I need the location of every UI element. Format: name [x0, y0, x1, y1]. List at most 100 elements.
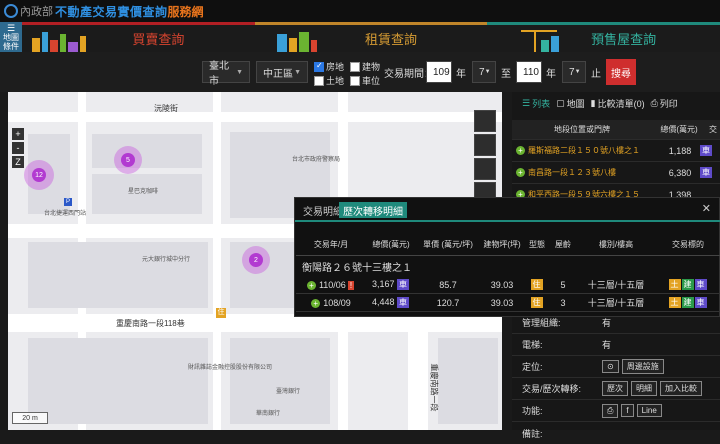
poi-label: 台北捷運西門站: [44, 211, 87, 217]
tab-print[interactable]: 列印: [660, 97, 678, 110]
year-to-input[interactable]: 110: [516, 61, 542, 83]
tab-list[interactable]: 列表: [532, 97, 550, 110]
type-label: 建物: [362, 62, 381, 72]
zoom-in-button[interactable]: +: [12, 128, 24, 140]
detail-row: 備註:: [512, 422, 720, 444]
apartment-icon: [276, 32, 317, 52]
popup-table-row[interactable]: +108/09 4,448 車 120.7 39.03 住 3 十三層/十五層 …: [296, 294, 720, 312]
tab-compare[interactable]: 比較清單(0): [598, 97, 645, 110]
add-compare-button[interactable]: 加入比較: [660, 381, 702, 396]
detail-label: 電梯:: [522, 340, 543, 350]
row-age: 3: [560, 297, 566, 308]
detail-value: 有: [602, 340, 612, 350]
poi-label: 財訊雜誌金融控股股份有限公司: [188, 365, 273, 371]
building-type-icon: 住: [530, 279, 543, 290]
cluster-count: 12: [32, 168, 46, 182]
column-header: 總價(萬元): [372, 240, 410, 249]
chevron-down-icon: ▼: [236, 68, 243, 76]
table-header: 地段位置或門牌 總價(萬元) 交: [512, 120, 720, 140]
row-date: +108/09: [296, 298, 366, 308]
map-filter-toggle[interactable]: ☰ 地圖條件: [0, 22, 22, 52]
locate-button[interactable]: [474, 158, 496, 180]
housing-marker-icon[interactable]: 住: [216, 308, 226, 318]
detail-button[interactable]: 明細: [631, 381, 657, 396]
rotate-icon[interactable]: Z: [12, 156, 24, 168]
brand-prefix: 內政部: [20, 6, 53, 18]
tab-map[interactable]: 地圖: [567, 97, 585, 110]
detail-row: 功能: ⎙ f Line: [512, 400, 720, 422]
map-filter-label: 地圖條件: [3, 33, 19, 51]
column-header: 型態: [529, 240, 545, 249]
end-word: 止: [591, 69, 601, 80]
close-icon[interactable]: ✕: [702, 202, 711, 215]
column-header: 交易年/月: [313, 240, 349, 249]
type-building-checkbox[interactable]: 建物: [350, 60, 380, 73]
property-cluster[interactable]: 5: [114, 146, 142, 174]
zoom-out-button[interactable]: -: [12, 142, 24, 154]
detail-row: 定位: ⊙ 周邊設施: [512, 356, 720, 378]
facebook-share-button[interactable]: f: [621, 404, 634, 417]
expand-plus-icon[interactable]: +: [311, 298, 321, 308]
filter-icon: ☰: [6, 23, 16, 33]
brand-title: 不動產交易實價查詢: [55, 4, 168, 19]
crane-icon: [521, 30, 560, 52]
table-row[interactable]: + 南昌路一段１２３號八樓 6,380 車: [512, 162, 720, 184]
tab-buy[interactable]: 買賣查詢: [22, 22, 255, 52]
type-house-land-checkbox[interactable]: 房地: [314, 60, 344, 73]
cluster-count: 5: [121, 153, 135, 167]
chevron-down-icon: ▼: [484, 69, 491, 75]
row-unit: 120.7: [436, 297, 460, 308]
line-share-button[interactable]: Line: [636, 404, 662, 417]
popup-table-row[interactable]: +110/06! 3,167 車 85.7 39.03 住 5 十三層/十五層 …: [296, 276, 720, 294]
history-button[interactable]: 歷次: [602, 381, 628, 396]
tab-history-detail[interactable]: 歷次轉移明細: [339, 202, 407, 218]
year-from-input[interactable]: 109: [426, 61, 452, 83]
chevron-down-icon: ▼: [294, 68, 301, 76]
nearby-facilities-button[interactable]: 周邊設施: [621, 359, 664, 374]
print-icon[interactable]: ⎙: [602, 403, 619, 418]
month-to-select[interactable]: 7 ▼: [562, 61, 586, 83]
bookmark-icon: ▮: [590, 97, 596, 108]
row-date-value: 108/09: [323, 297, 351, 308]
transaction-target-icons: 土建車: [668, 297, 707, 308]
checkbox-unchecked-icon: [314, 75, 324, 86]
chevron-down-icon: ▼: [574, 69, 581, 75]
unit-year-label: 年: [546, 69, 556, 80]
property-cluster[interactable]: 12: [24, 160, 54, 190]
scale-bar: 20 m: [12, 412, 48, 424]
column-header: 交: [709, 125, 717, 134]
search-button[interactable]: 搜尋: [606, 59, 636, 85]
unit-year-label: 年: [456, 69, 466, 80]
checkbox-unchecked-icon: [350, 75, 360, 86]
layer-toggle-button[interactable]: [474, 134, 496, 156]
filter-bar: 臺北市 ▼ 中正區 ▼ 房地 建物 土地 車位 交易期間： 109 年 7 ▼ …: [0, 52, 720, 92]
poi-label: 星巴克咖啡: [128, 189, 159, 195]
type-land-checkbox[interactable]: 土地: [314, 74, 344, 87]
scale-label: 20 m: [22, 415, 38, 422]
column-header: 單價 (萬元/坪): [423, 240, 473, 249]
city-select[interactable]: 臺北市 ▼: [202, 61, 250, 87]
type-parking-checkbox[interactable]: 車位: [350, 74, 380, 87]
expand-plus-icon[interactable]: +: [516, 146, 525, 155]
print-icon: ⎙: [650, 97, 658, 108]
district-select[interactable]: 中正區 ▼: [256, 61, 308, 83]
property-cluster[interactable]: 2: [242, 246, 270, 274]
tab-presale[interactable]: 預售屋查詢: [487, 22, 720, 52]
tab-rent[interactable]: 租賃查詢: [254, 22, 488, 52]
expand-plus-icon[interactable]: +: [516, 168, 525, 177]
row-unit: 85.7: [439, 279, 457, 290]
month-from-select[interactable]: 7 ▼: [472, 61, 496, 83]
map-icon: ▢: [556, 97, 565, 108]
main-tabs: ☰ 地圖條件 買賣查詢 租賃查詢 預售屋查詢: [0, 22, 720, 52]
street-view-button[interactable]: [474, 110, 496, 132]
city-skyline-icon: [32, 32, 86, 52]
table-row[interactable]: + 羅斯福路二段１５０號八樓之１ 1,188 車: [512, 140, 720, 162]
popup-divider: [295, 220, 720, 222]
detail-label: 定位:: [522, 362, 543, 372]
column-header: 屋齡: [555, 240, 571, 249]
government-logo-icon: [4, 4, 18, 18]
expand-plus-icon[interactable]: +: [306, 280, 316, 290]
detail-row: 電梯: 有: [512, 334, 720, 356]
transaction-target-icons: 土建車: [668, 279, 707, 290]
year-from-value: 109: [433, 66, 450, 78]
